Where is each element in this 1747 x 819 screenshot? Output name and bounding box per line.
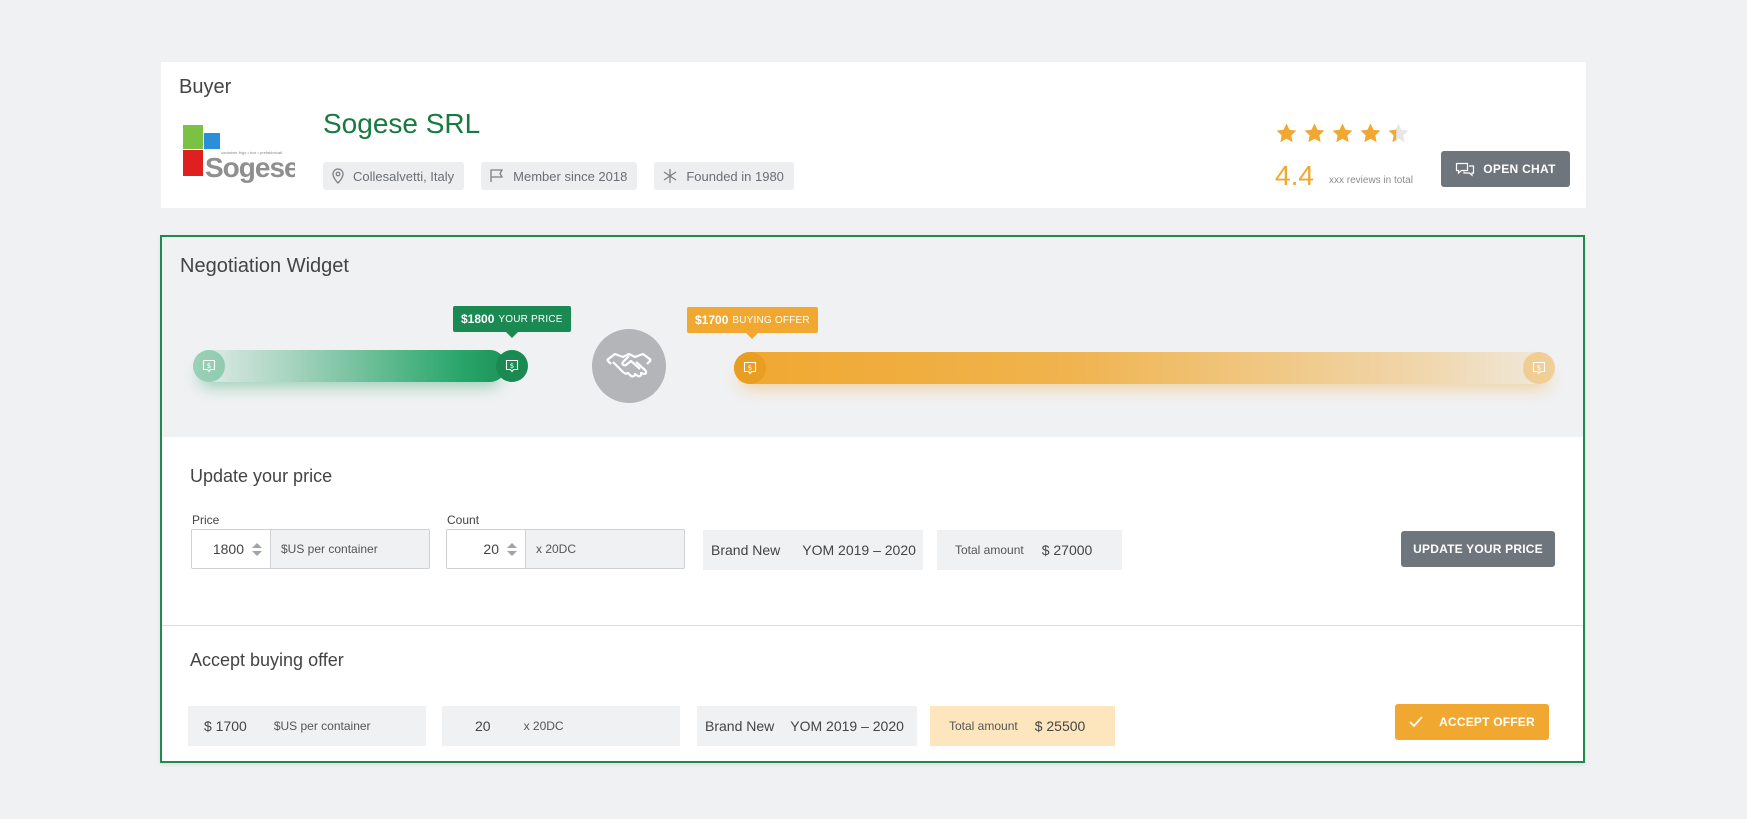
- location-text: Collesalvetti, Italy: [353, 168, 455, 184]
- your-price-tag: $1800 YOUR PRICE: [453, 306, 571, 338]
- dollar-note-icon: $: [1532, 361, 1546, 375]
- reviews-count[interactable]: xxx reviews in total: [1329, 175, 1413, 186]
- accept-offer-button[interactable]: ACCEPT OFFER: [1395, 704, 1549, 740]
- svg-text:$: $: [207, 362, 211, 370]
- offer-condition-box: Brand New YOM 2019 – 2020: [697, 706, 917, 746]
- total-amount-box: Total amount $ 27000: [937, 530, 1122, 570]
- accept-offer-title: Accept buying offer: [190, 650, 344, 670]
- offer-total-amount-value: $ 25500: [1034, 718, 1086, 734]
- count-input-value[interactable]: 20: [483, 541, 499, 557]
- offer-price-box: $ 1700 $US per container: [188, 706, 426, 746]
- open-chat-button[interactable]: OPEN CHAT: [1441, 151, 1570, 187]
- buying-offer-tag-caption: BUYING OFFER: [732, 314, 810, 326]
- condition-box: Brand New YOM 2019 – 2020: [703, 530, 923, 570]
- chat-icon: [1456, 162, 1475, 177]
- count-spinner[interactable]: [507, 542, 517, 556]
- buying-offer-max-handle[interactable]: $: [1523, 352, 1555, 384]
- your-price-range-track: [193, 350, 506, 382]
- star-icon: [1276, 123, 1297, 143]
- update-price-title: Update your price: [190, 466, 333, 486]
- accept-offer-section: Accept buying offer $ 1700 $US per conta…: [162, 626, 1583, 761]
- buying-offer-tag-value: $1700: [695, 313, 729, 327]
- founded-chip: Founded in 1980: [654, 162, 794, 190]
- founded-text: Founded in 1980: [686, 168, 784, 184]
- open-chat-label: OPEN CHAT: [1483, 162, 1556, 176]
- offer-condition-text: Brand New: [705, 718, 775, 734]
- star-icon: [1360, 123, 1381, 143]
- company-logo: container frigo • box • prefabbricati So…: [183, 125, 295, 183]
- offer-count-box: 20 x 20DC: [442, 706, 680, 746]
- count-stepper[interactable]: 20: [447, 530, 526, 568]
- condition-text: Brand New: [711, 542, 781, 558]
- dollar-note-icon: $: [202, 359, 216, 373]
- update-your-price-button[interactable]: UPDATE YOUR PRICE: [1401, 531, 1555, 567]
- count-unit: x 20DC: [536, 542, 577, 556]
- price-unit: $US per container: [281, 542, 378, 556]
- accept-offer-label: ACCEPT OFFER: [1439, 715, 1535, 729]
- offer-price-value: $ 1700: [204, 718, 247, 734]
- buyer-section-title: Buyer: [179, 76, 232, 98]
- star-icon: [1304, 123, 1325, 143]
- price-label: Price: [192, 513, 220, 527]
- checkmark-icon: [1409, 716, 1423, 728]
- rating-stars: [1275, 122, 1410, 145]
- member-since-chip: Member since 2018: [481, 162, 638, 190]
- member-since-text: Member since 2018: [513, 168, 628, 184]
- rating-value: 4.4: [1275, 160, 1314, 191]
- company-name[interactable]: Sogese SRL: [323, 108, 480, 140]
- offer-yom-text: YOM 2019 – 2020: [790, 718, 904, 734]
- svg-text:$: $: [1537, 364, 1541, 372]
- location-pin-icon: [332, 168, 344, 184]
- price-input-group: 1800 $US per container: [191, 529, 430, 569]
- chevron-up-icon[interactable]: [252, 542, 262, 548]
- logo-wordmark: Sogese: [205, 152, 295, 183]
- buyer-card: Buyer container frigo • box • prefabbric…: [161, 62, 1586, 208]
- price-spinner[interactable]: [252, 542, 262, 556]
- offer-count-value: 20: [475, 718, 491, 734]
- star-icon: [1388, 123, 1409, 143]
- dollar-note-icon: $: [505, 359, 519, 373]
- svg-text:$: $: [510, 362, 514, 370]
- offer-count-unit: x 20DC: [523, 719, 564, 733]
- chevron-down-icon[interactable]: [507, 550, 517, 556]
- buying-offer-tag: $1700 BUYING OFFER: [687, 307, 818, 339]
- count-input-group: 20 x 20DC: [446, 529, 685, 569]
- total-amount-value: $ 27000: [1041, 542, 1093, 558]
- svg-text:$: $: [748, 364, 752, 372]
- negotiation-widget: Negotiation Widget $ $ $1800 YOUR PRICE …: [160, 235, 1585, 763]
- your-price-min-handle[interactable]: $: [193, 350, 225, 382]
- total-amount-label: Total amount: [955, 543, 1024, 557]
- widget-title: Negotiation Widget: [180, 255, 349, 277]
- flag-icon: [490, 169, 504, 182]
- company-info-chips: Collesalvetti, Italy Member since 2018 F…: [323, 162, 794, 190]
- count-label: Count: [447, 513, 480, 527]
- star-icon: [1332, 123, 1353, 143]
- your-price-tag-caption: YOUR PRICE: [498, 313, 563, 325]
- offer-price-unit: $US per container: [273, 719, 371, 733]
- your-price-handle[interactable]: $: [496, 350, 528, 382]
- buying-offer-handle[interactable]: $: [734, 352, 766, 384]
- yom-text: YOM 2019 – 2020: [802, 542, 916, 558]
- offer-total-amount-box: Total amount $ 25500: [930, 706, 1115, 746]
- dollar-note-icon: $: [743, 361, 757, 375]
- handshake-icon: [592, 329, 666, 403]
- chevron-down-icon[interactable]: [252, 550, 262, 556]
- price-stepper[interactable]: 1800: [192, 530, 271, 568]
- offer-total-amount-label: Total amount: [949, 719, 1018, 733]
- price-input-value[interactable]: 1800: [213, 541, 244, 557]
- location-chip: Collesalvetti, Italy: [323, 162, 465, 190]
- your-price-tag-value: $1800: [461, 312, 495, 326]
- asterisk-icon: [663, 169, 677, 183]
- buying-offer-range-track: [734, 352, 1555, 384]
- update-price-section: Update your price Price 1800 $US per con…: [162, 437, 1583, 626]
- chevron-up-icon[interactable]: [507, 542, 517, 548]
